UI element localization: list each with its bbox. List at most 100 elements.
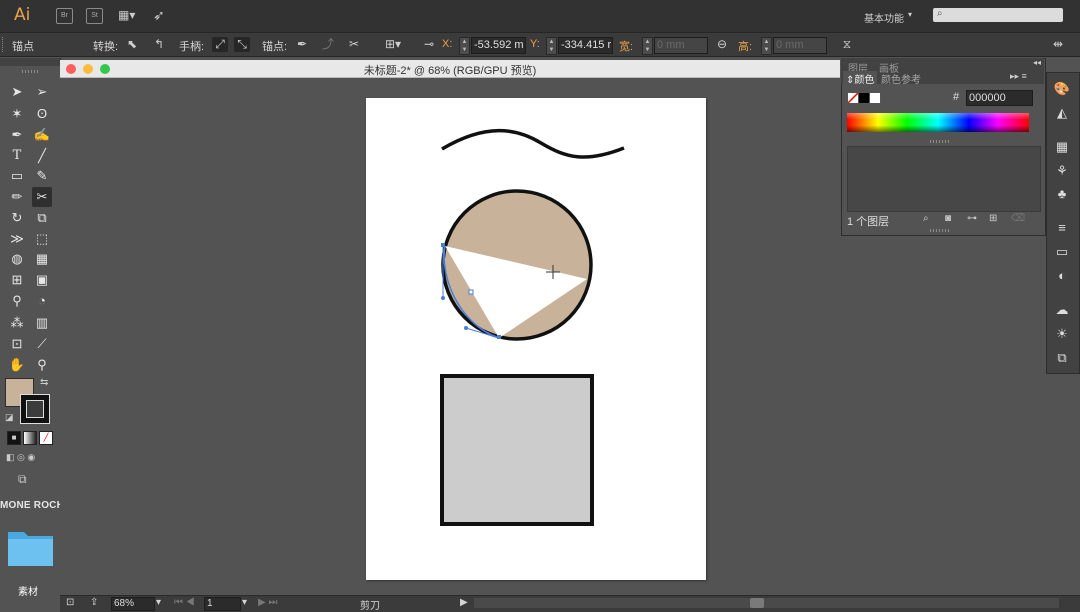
paintbrush-icon[interactable]: ✎ (32, 166, 52, 186)
align-anchor-icon[interactable]: ⊞▾ (381, 37, 405, 52)
remove-anchor-icon[interactable]: ✒ (294, 37, 310, 52)
cut-path-icon[interactable]: ✂ (346, 37, 362, 52)
y-stepper[interactable]: ▲ ▼ (546, 37, 557, 55)
white-swatch[interactable] (869, 92, 881, 104)
width-stepper[interactable]: ▲ ▼ (642, 37, 653, 55)
gradient-tool-icon[interactable]: ▣ (32, 270, 52, 290)
swap-fill-stroke-icon[interactable]: ⇆ (40, 377, 48, 388)
panel-menu-icon[interactable]: ▸▸ ≡ (1010, 71, 1027, 82)
gradient-panel-icon[interactable]: ▭ (1053, 243, 1071, 261)
screen-mode-icon[interactable]: ⧉ (18, 472, 27, 487)
collapse-panel-icon[interactable]: ◂◂ (1033, 58, 1041, 67)
control-bar-menu-icon[interactable]: ⇹ (1050, 37, 1066, 52)
x-stepper[interactable]: ▲ ▼ (459, 37, 470, 55)
first-artboard-icon[interactable]: ⏮ ◀ (174, 597, 195, 608)
blend-tool-icon[interactable]: ◔ (32, 291, 52, 311)
selection-tool-icon[interactable]: ➤ (7, 82, 27, 102)
hide-handles-icon[interactable]: ⤡ (234, 37, 250, 52)
toolbox-header[interactable] (0, 58, 60, 66)
column-graph-icon[interactable]: ▥ (32, 313, 52, 333)
rotate-tool-icon[interactable]: ↻ (7, 208, 27, 228)
rectangle-tool-icon[interactable]: ▭ (7, 166, 27, 186)
scrollbar-thumb[interactable] (750, 598, 764, 608)
asset-export-icon[interactable]: ⧉ (1053, 349, 1071, 367)
folder-label[interactable]: 素材 (18, 583, 38, 598)
constrain-proportions-icon[interactable]: ⊖ (714, 37, 730, 52)
folder-icon[interactable] (6, 528, 55, 568)
bridge-button[interactable]: Br (56, 8, 73, 24)
symbol-sprayer-icon[interactable]: ⁂ (7, 313, 27, 333)
horizontal-scrollbar[interactable] (474, 598, 1059, 608)
new-sublayer-icon[interactable]: ⊶ (967, 213, 977, 224)
curvature-tool-icon[interactable]: ✍ (32, 125, 52, 145)
width-field[interactable]: 0 mm (654, 37, 708, 54)
direct-selection-tool-icon[interactable]: ➢ (32, 82, 52, 102)
panel-divider-grip[interactable] (930, 140, 950, 143)
status-menu-icon[interactable]: ▶ (460, 597, 468, 608)
color-mode-icon[interactable]: ■ (7, 431, 21, 445)
artboard-field[interactable]: 1 (204, 597, 241, 611)
color-panel-icon[interactable]: 🎨 (1053, 80, 1071, 98)
eyedropper-icon[interactable]: ⚲ (7, 291, 27, 311)
scale-tool-icon[interactable]: ⧉ (32, 208, 52, 228)
x-field[interactable]: -53.592 m (471, 37, 526, 54)
gradient-mode-icon[interactable] (23, 431, 37, 445)
cc-libraries-icon[interactable]: ☁ (1053, 301, 1071, 319)
width-tool-icon[interactable]: ≫ (7, 229, 27, 249)
free-transform-icon[interactable]: ⬚ (32, 229, 52, 249)
slice-tool-icon[interactable]: ⟋ (32, 334, 52, 354)
swatches-icon[interactable]: ▦ (1053, 138, 1071, 156)
shape-builder-icon[interactable]: ◍ (7, 249, 27, 269)
make-clipping-mask-icon[interactable]: ◙ (945, 213, 951, 224)
stock-button[interactable]: St (86, 8, 103, 24)
arrange-documents-icon[interactable]: ▦▾ (118, 8, 140, 22)
zoom-field[interactable]: 68% (111, 597, 155, 611)
transform-icon[interactable]: ⧖ (839, 37, 855, 52)
line-tool-icon[interactable]: ╱ (32, 146, 52, 166)
next-artboard-icon[interactable]: ▶ ⏭ (258, 597, 277, 608)
perspective-grid-icon[interactable]: ▦ (32, 249, 52, 269)
share-icon[interactable]: ⇪ (90, 597, 98, 608)
toolbox-grip[interactable] (22, 70, 38, 73)
height-stepper[interactable]: ▲ ▼ (761, 37, 772, 55)
default-colors-icon[interactable]: ◪ (5, 412, 14, 423)
color-guide-icon[interactable]: ◭ (1053, 104, 1071, 122)
y-field[interactable]: -334.415 r (558, 37, 613, 54)
connect-anchors-icon[interactable]: ⤴ (320, 37, 336, 52)
show-handles-icon[interactable]: ⤢ (212, 37, 228, 52)
zoom-dropdown-icon[interactable]: ▾ (156, 597, 161, 608)
isolate-anchor-icon[interactable]: ⊸ (418, 37, 440, 52)
brushes-icon[interactable]: ⚘ (1053, 162, 1071, 180)
drawing-modes-icon[interactable]: ◧ ◎ ◉ (6, 452, 54, 464)
height-field[interactable]: 0 mm (773, 37, 827, 54)
tab-color[interactable]: ⇕颜色 (843, 71, 878, 86)
search-input[interactable] (933, 8, 1063, 22)
magic-wand-icon[interactable]: ✶ (7, 104, 27, 124)
hex-input[interactable]: 000000 (966, 90, 1033, 106)
control-bar-grip[interactable] (2, 37, 7, 52)
zoom-tool-icon[interactable]: ⚲ (32, 355, 52, 375)
workspace-switcher[interactable]: 基本功能 (864, 10, 904, 25)
tab-color-guide[interactable]: 颜色参考 (878, 71, 924, 86)
mesh-tool-icon[interactable]: ⊞ (7, 270, 27, 290)
artwork[interactable] (366, 98, 706, 580)
type-tool-icon[interactable]: T (7, 146, 27, 166)
artboard-dropdown-icon[interactable]: ▾ (242, 597, 247, 608)
stroke-panel-icon[interactable]: ≡ (1053, 219, 1071, 237)
none-mode-icon[interactable]: ╱ (39, 431, 53, 445)
delete-layer-icon[interactable]: ⌫ (1011, 213, 1025, 224)
pen-tool-icon[interactable]: ✒ (7, 125, 27, 145)
chevron-down-icon[interactable]: ▾ (908, 10, 912, 19)
convert-to-smooth-icon[interactable]: ↰ (151, 37, 167, 52)
appearance-icon[interactable]: ☀ (1053, 325, 1071, 343)
symbols-icon[interactable]: ♣ (1053, 185, 1071, 203)
new-layer-icon[interactable]: ⊞ (989, 213, 997, 224)
pencil-icon[interactable]: ✏ (7, 187, 27, 207)
scissors-tool-icon[interactable]: ✂ (32, 187, 52, 207)
hand-tool-icon[interactable]: ✋ (7, 355, 27, 375)
artboard-nav-icon[interactable]: ⊡ (66, 597, 74, 608)
artboard-tool-icon[interactable]: ⊡ (7, 334, 27, 354)
gpu-rocket-icon[interactable]: ➶ (153, 7, 165, 24)
panel-bottom-grip[interactable] (930, 229, 950, 232)
panel-header[interactable] (841, 58, 1044, 70)
